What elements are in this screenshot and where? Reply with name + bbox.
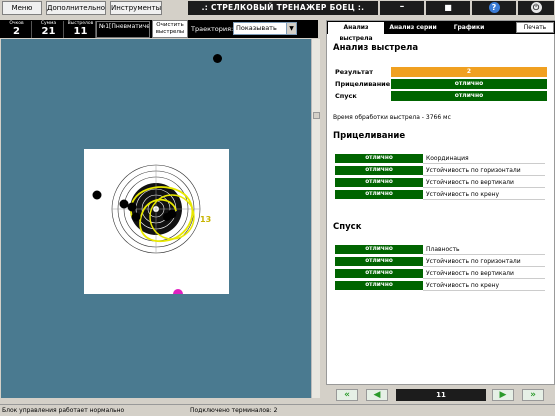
analysis-title: Анализ выстрела: [333, 43, 419, 53]
clear-label-line1: Очистить: [156, 22, 184, 28]
arrow-right-icon: ▶: [499, 390, 507, 400]
power-button[interactable]: ⏻: [518, 1, 554, 15]
double-arrow-right-icon: »: [530, 390, 536, 400]
clear-shots-button[interactable]: Очистить выстрелы: [152, 20, 188, 38]
criterion-badge: отлично: [335, 245, 423, 254]
criterion-badge: отлично: [335, 281, 423, 290]
tab-shot-analysis[interactable]: Анализ выстрела: [328, 22, 384, 42]
trigger-criterion: отлично Устойчивость по горизонтали: [335, 257, 545, 267]
trigger-result-row: Спуск отлично: [335, 91, 547, 101]
weapon-name[interactable]: №1[Пневматическ: [96, 21, 150, 38]
trajectory-label: Траектория:: [190, 21, 234, 37]
trigger-criterion: отлично Устойчивость по вертикали: [335, 269, 545, 279]
arrow-left-icon: ◀: [373, 390, 381, 400]
trigger-criterion: отлично Устойчивость по крену: [335, 281, 545, 291]
power-icon: ⏻: [530, 2, 542, 13]
criterion-name: Координация: [426, 155, 469, 162]
trajectory-value: Показывать: [236, 24, 277, 32]
minimize-icon: –: [399, 2, 405, 12]
maximize-icon: ■: [444, 3, 452, 12]
shot-hole: [131, 212, 141, 222]
criterion-name: Устойчивость по крену: [426, 282, 500, 289]
top-toolbar: Меню Дополнительно Инструменты .: СТРЕЛК…: [0, 0, 555, 16]
criterion-badge: отлично: [335, 190, 423, 199]
status-bar: Блок управления работает нормально Подкл…: [0, 404, 555, 416]
shot-hole: [119, 199, 129, 209]
aiming-criterion: отлично Координация: [335, 154, 545, 164]
menu-button[interactable]: Меню: [2, 1, 42, 15]
aiming-criterion: отлично Устойчивость по вертикали: [335, 178, 545, 188]
criterion-name: Устойчивость по вертикали: [426, 270, 514, 277]
shot-hole: [92, 190, 102, 200]
shot-hole: [127, 202, 137, 212]
shots-value: 11: [73, 26, 88, 37]
trigger-value: отлично: [391, 91, 547, 101]
help-button[interactable]: ?: [472, 1, 516, 15]
target-svg: 13: [92, 164, 211, 299]
current-shot-marker: [173, 289, 183, 299]
shooting-field[interactable]: 13: [1, 39, 319, 398]
criterion-badge: отлично: [335, 154, 423, 163]
stray-shot: [213, 54, 222, 63]
hit-score-label: 13: [200, 215, 211, 224]
aiming-criterion: отлично Устойчивость по крену: [335, 190, 545, 200]
sum-value: 21: [41, 26, 56, 37]
double-arrow-left-icon: «: [344, 390, 350, 400]
status-message: Блок управления работает нормально: [2, 407, 125, 414]
app-title: .: СТРЕЛКОВЫЙ ТРЕНАЖЕР БОЕЦ :.: [188, 1, 378, 15]
shot-hole: [163, 213, 171, 221]
aiming-value: отлично: [391, 79, 547, 89]
criterion-name: Устойчивость по горизонтали: [426, 258, 521, 265]
clear-label-line2: выстрелы: [155, 29, 185, 35]
trajectory-select[interactable]: Показывать ▼: [233, 22, 297, 35]
sum-stat: Сумма 21: [34, 21, 64, 38]
target-crosshair: [112, 165, 200, 253]
maximize-button[interactable]: ■: [426, 1, 470, 15]
tab-series-analysis[interactable]: Анализ серии: [387, 22, 439, 34]
trigger-title: Спуск: [333, 222, 362, 232]
chevron-down-icon[interactable]: ▼: [286, 23, 296, 34]
criterion-badge: отлично: [335, 178, 423, 187]
tab-bar: Анализ выстрела Анализ серии Графики Печ…: [327, 21, 555, 42]
last-shot-button[interactable]: »: [522, 389, 544, 401]
shot-navigation: « ◀ 11 ▶ »: [330, 389, 555, 401]
criterion-name: Устойчивость по крену: [426, 191, 500, 198]
trigger-criterion: отлично Плавность: [335, 245, 545, 255]
points-stat: Очков 2: [2, 21, 32, 38]
first-shot-button[interactable]: «: [336, 389, 358, 401]
result-key: Результат: [335, 68, 373, 76]
criterion-badge: отлично: [335, 269, 423, 278]
shots-stat: Выстрелов 11: [66, 21, 96, 38]
criterion-name: Устойчивость по вертикали: [426, 179, 514, 186]
next-shot-button[interactable]: ▶: [492, 389, 514, 401]
criterion-badge: отлично: [335, 166, 423, 175]
print-button[interactable]: Печать: [516, 22, 554, 33]
terminal-count: Подключено терминалов: 2: [190, 407, 278, 414]
points-value: 2: [13, 26, 20, 37]
shot-number: 11: [396, 389, 486, 401]
criterion-name: Устойчивость по горизонтали: [426, 167, 521, 174]
scroll-left-icon[interactable]: [313, 112, 320, 119]
result-row: Результат 2: [335, 67, 547, 77]
aiming-criterion: отлично Устойчивость по горизонтали: [335, 166, 545, 176]
minimize-button[interactable]: –: [380, 1, 424, 15]
aiming-result-row: Прицеливание отлично: [335, 79, 547, 89]
criterion-badge: отлично: [335, 257, 423, 266]
analysis-panel: Анализ выстрела Анализ серии Графики Печ…: [326, 20, 555, 385]
target-card: 13: [84, 149, 229, 299]
result-value: 2: [391, 67, 547, 77]
additional-button[interactable]: Дополнительно: [46, 1, 106, 15]
prev-shot-button[interactable]: ◀: [366, 389, 388, 401]
help-icon: ?: [488, 2, 500, 13]
tab-graphs[interactable]: Графики: [443, 22, 495, 34]
processing-time: Время обработки выстрела - 3766 мс: [333, 114, 451, 121]
tools-button[interactable]: Инструменты: [110, 1, 162, 15]
aiming-key: Прицеливание: [335, 80, 391, 88]
trigger-key: Спуск: [335, 92, 357, 100]
criterion-name: Плавность: [426, 246, 460, 253]
aiming-title: Прицеливание: [333, 131, 406, 141]
field-scrollbar[interactable]: [311, 39, 320, 398]
